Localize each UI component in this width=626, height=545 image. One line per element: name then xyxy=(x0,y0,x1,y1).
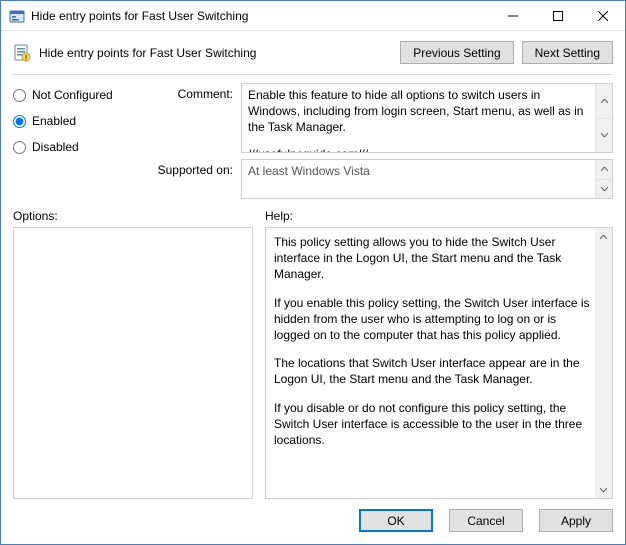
scroll-up-icon[interactable] xyxy=(595,228,612,245)
split-area: Options: Help: This policy setting allow… xyxy=(1,199,625,499)
options-panel xyxy=(13,227,253,499)
scroll-down-icon[interactable] xyxy=(595,481,612,498)
radio-disabled[interactable]: Disabled xyxy=(13,139,153,155)
radio-not-configured-input[interactable] xyxy=(13,89,26,102)
supported-on-text: At least Windows Vista xyxy=(248,164,370,178)
radio-not-configured-label: Not Configured xyxy=(32,88,113,102)
supported-on-field: At least Windows Vista xyxy=(241,159,613,199)
policy-editor-window: Hide entry points for Fast User Switchin… xyxy=(0,0,626,545)
window-title: Hide entry points for Fast User Switchin… xyxy=(31,9,490,23)
help-column: Help: This policy setting allows you to … xyxy=(265,209,613,499)
policy-title: Hide entry points for Fast User Switchin… xyxy=(39,46,392,60)
policy-icon xyxy=(13,44,31,62)
state-radio-group: Not Configured Enabled Disabled xyxy=(13,83,153,199)
gpedit-icon xyxy=(9,8,25,24)
comment-spinner xyxy=(595,84,612,152)
titlebar: Hide entry points for Fast User Switchin… xyxy=(1,1,625,31)
next-setting-button[interactable]: Next Setting xyxy=(522,41,613,64)
help-p4: If you disable or do not configure this … xyxy=(274,400,592,449)
options-column: Options: xyxy=(13,209,253,499)
comment-spinner-up[interactable] xyxy=(596,84,612,118)
radio-enabled[interactable]: Enabled xyxy=(13,113,153,129)
help-p3: The locations that Switch User interface… xyxy=(274,355,592,387)
comment-line1: Enable this feature to hide all options … xyxy=(248,87,588,136)
previous-setting-button[interactable]: Previous Setting xyxy=(400,41,513,64)
comment-label: Comment: xyxy=(153,83,241,159)
help-p2: If you enable this policy setting, the S… xyxy=(274,295,592,344)
form-area: Not Configured Enabled Disabled Comment:… xyxy=(1,83,625,199)
radio-enabled-input[interactable] xyxy=(13,115,26,128)
supported-spinner-up[interactable] xyxy=(596,160,612,179)
help-panel: This policy setting allows you to hide t… xyxy=(265,227,613,499)
supported-spinner-down[interactable] xyxy=(596,179,612,199)
help-label: Help: xyxy=(265,209,613,223)
radio-disabled-input[interactable] xyxy=(13,141,26,154)
apply-button[interactable]: Apply xyxy=(539,509,613,532)
comment-field[interactable]: Enable this feature to hide all options … xyxy=(241,83,613,153)
supported-spinner xyxy=(595,160,612,198)
close-button[interactable] xyxy=(580,1,625,30)
divider xyxy=(13,74,613,75)
minimize-button[interactable] xyxy=(490,1,535,30)
help-scrollbar[interactable] xyxy=(595,228,612,498)
cancel-button[interactable]: Cancel xyxy=(449,509,523,532)
maximize-button[interactable] xyxy=(535,1,580,30)
comment-line2: ///usefulpcguide.com/// xyxy=(248,146,588,153)
footer: OK Cancel Apply xyxy=(1,499,625,544)
ok-button[interactable]: OK xyxy=(359,509,433,532)
options-label: Options: xyxy=(13,209,253,223)
header-row: Hide entry points for Fast User Switchin… xyxy=(1,31,625,72)
radio-disabled-label: Disabled xyxy=(32,140,79,154)
supported-label: Supported on: xyxy=(153,159,241,199)
help-p1: This policy setting allows you to hide t… xyxy=(274,234,592,283)
help-text: This policy setting allows you to hide t… xyxy=(266,228,612,498)
radio-not-configured[interactable]: Not Configured xyxy=(13,87,153,103)
comment-spinner-down[interactable] xyxy=(596,118,612,153)
scroll-track[interactable] xyxy=(595,245,612,481)
radio-enabled-label: Enabled xyxy=(32,114,76,128)
